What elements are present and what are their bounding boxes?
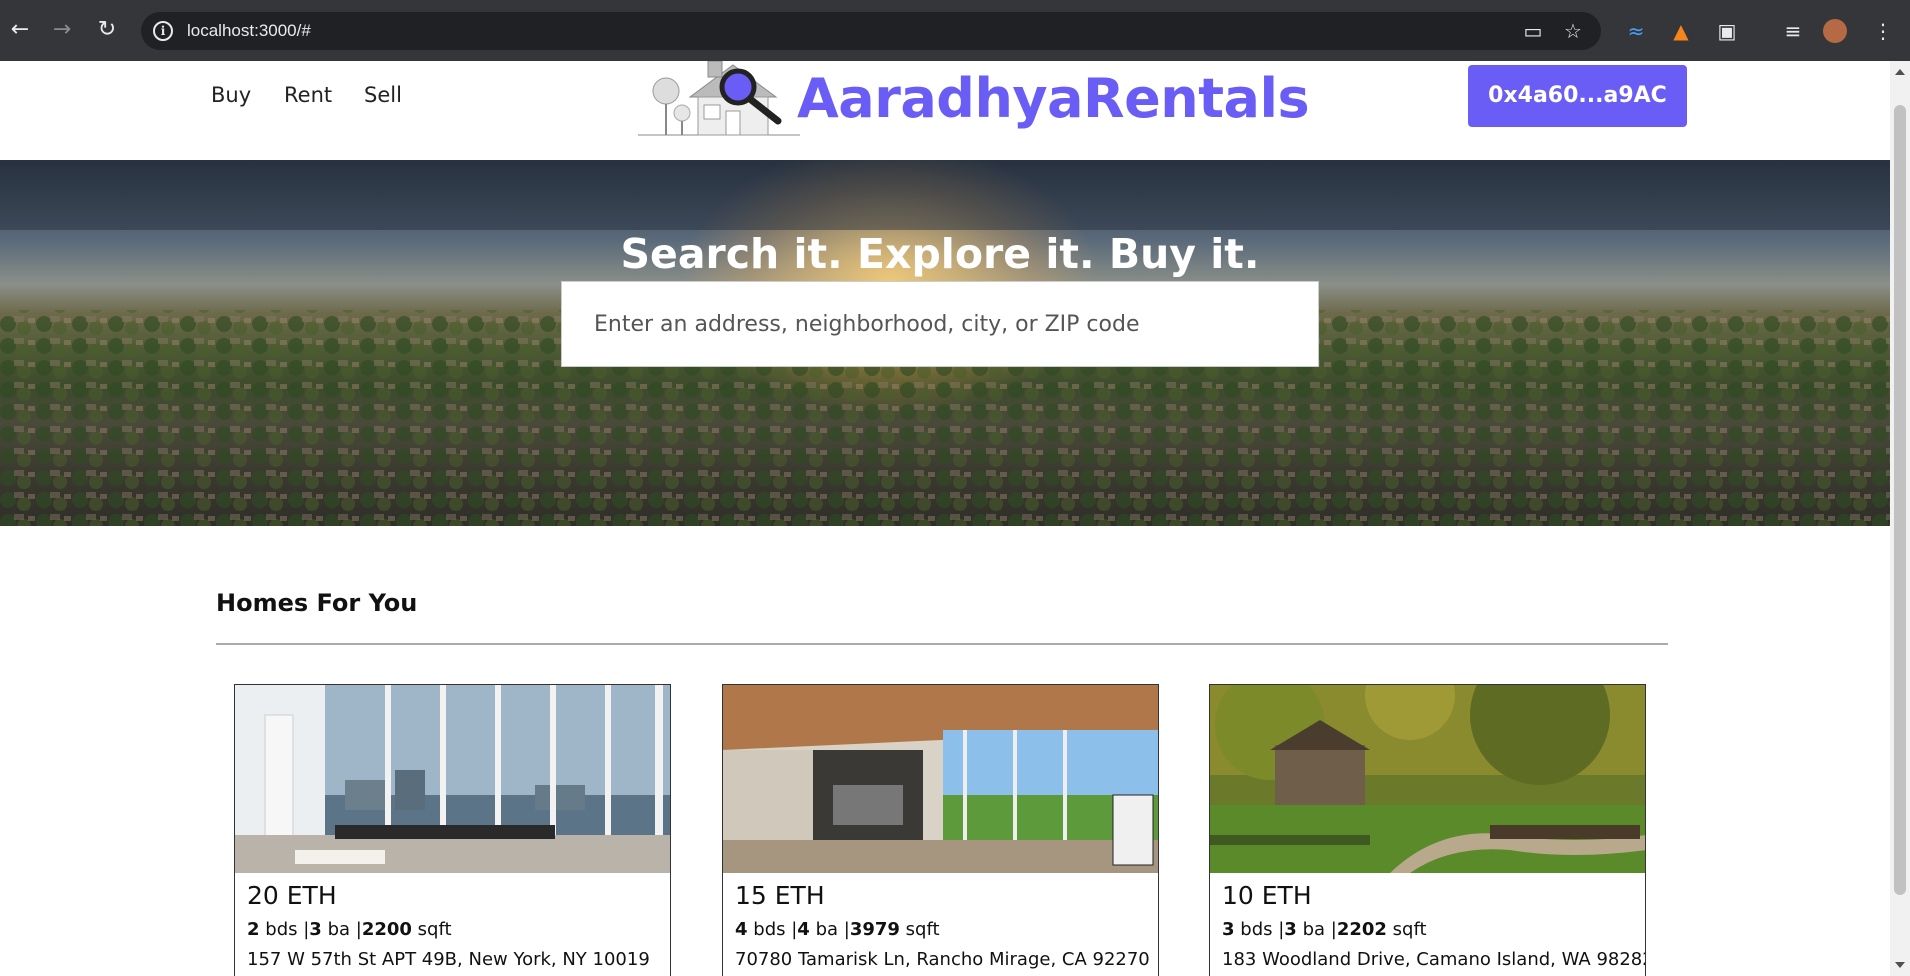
hero-banner: Search it. Explore it. Buy it. [0,160,1890,526]
nav-sell[interactable]: Sell [364,83,402,107]
forward-icon[interactable]: → [50,18,74,42]
address-bar[interactable]: i localhost:3000/# [141,12,1601,50]
beds-count: 2 [247,919,260,940]
listing-price: 15 ETH [735,881,825,910]
listing-photo-modern-house [723,685,1158,873]
sqft-label: sqft [905,919,940,940]
extension-wave-icon[interactable]: ≈ [1623,18,1649,44]
baths-label: ba [1302,919,1326,940]
site-header: Buy Rent Sell AaradhyaRentals 0x4a60...a… [0,61,1890,160]
browser-menu-icon[interactable]: ⋮ [1870,18,1896,44]
listing-card[interactable]: 15 ETH 4 bds |4 ba |3979 sqft 70780 Tama… [722,684,1159,976]
beds-label: bds [265,919,298,940]
site-info-icon[interactable]: i [153,21,173,41]
listing-price: 20 ETH [247,881,337,910]
sqft-label: sqft [417,919,452,940]
search-box[interactable] [561,281,1319,367]
listing-address: 183 Woodland Drive, Camano Island, WA 98… [1222,949,1646,970]
page: Buy Rent Sell AaradhyaRentals 0x4a60...a… [0,61,1890,976]
hero-title: Search it. Explore it. Buy it. [620,230,1260,278]
bookmark-star-icon[interactable]: ☆ [1560,18,1586,44]
baths-label: ba [815,919,839,940]
baths-count: 4 [797,919,810,940]
sqft-count: 2202 [1336,919,1387,940]
back-icon[interactable]: ← [8,18,32,42]
beds-count: 3 [1222,919,1235,940]
listing-card[interactable]: 20 ETH 2 bds |3 ba |2200 sqft 157 W 57th… [234,684,671,976]
media-control-icon[interactable]: ≡ [1780,18,1806,44]
baths-count: 3 [1284,919,1297,940]
extensions-puzzle-icon[interactable]: ▣ [1714,18,1740,44]
beds-label: bds [1240,919,1273,940]
sqft-count: 3979 [849,919,900,940]
listing-photo-penthouse [235,685,670,873]
baths-label: ba [327,919,351,940]
section-title: Homes For You [216,589,418,617]
listing-specs: 4 bds |4 ba |3979 sqft [735,919,940,940]
install-app-icon[interactable]: ▭ [1520,18,1546,44]
listing-photo-cottage [1210,685,1645,873]
url-text[interactable]: localhost:3000/# [187,21,311,41]
listing-specs: 3 bds |3 ba |2202 sqft [1222,919,1427,940]
metamask-fox-icon[interactable]: ▲ [1668,18,1694,44]
nav-buy[interactable]: Buy [211,83,251,107]
listing-address: 157 W 57th St APT 49B, New York, NY 1001… [247,949,650,970]
sqft-label: sqft [1392,919,1427,940]
page-scrollbar[interactable] [1890,61,1910,976]
house-search-logo-icon [638,61,800,136]
nav-rent[interactable]: Rent [284,83,332,107]
listing-price: 10 ETH [1222,881,1312,910]
scroll-down-icon[interactable] [1895,962,1905,968]
listing-card[interactable]: 10 ETH 3 bds |3 ba |2202 sqft 183 Woodla… [1209,684,1646,976]
beds-label: bds [753,919,786,940]
beds-count: 4 [735,919,748,940]
browser-toolbar: ← → ↻ i localhost:3000/# ▭ ☆ ≈ ▲ ▣ ≡ ⋮ [0,0,1910,61]
profile-avatar[interactable] [1823,19,1847,43]
scroll-up-icon[interactable] [1895,69,1905,75]
listing-specs: 2 bds |3 ba |2200 sqft [247,919,452,940]
baths-count: 3 [309,919,322,940]
wallet-connect-button[interactable]: 0x4a60...a9AC [1468,65,1687,127]
section-divider [216,643,1668,645]
scrollbar-thumb[interactable] [1894,105,1906,895]
brand-name[interactable]: AaradhyaRentals [797,67,1310,130]
reload-icon[interactable]: ↻ [95,18,119,42]
search-input[interactable] [562,282,1318,366]
listing-address: 70780 Tamarisk Ln, Rancho Mirage, CA 922… [735,949,1150,970]
sqft-count: 2200 [361,919,412,940]
